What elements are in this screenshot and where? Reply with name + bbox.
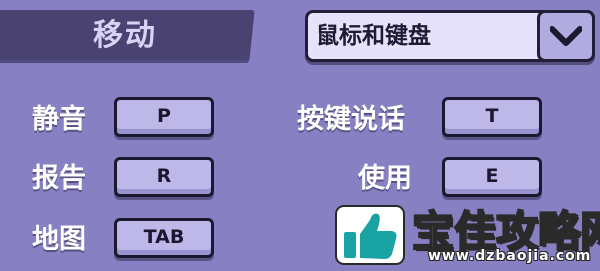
key-button-push-to-talk[interactable]: T (442, 97, 542, 137)
key-button-report[interactable]: R (114, 157, 214, 197)
binding-label-use: 使用 (358, 163, 412, 194)
chevron-down-icon (550, 26, 582, 46)
binding-label-push-to-talk: 按键说话 (297, 104, 405, 135)
dropdown-selected-value: 鼠标和键盘 (316, 23, 431, 49)
binding-label-map: 地图 (32, 224, 86, 255)
dropdown-toggle-button[interactable] (537, 10, 595, 62)
settings-panel: 移动 鼠标和键盘 静音 P 报告 R 地图 TAB 按键说话 T 使用 E 宝佳… (0, 0, 600, 271)
key-button-use[interactable]: E (442, 157, 542, 197)
watermark-url: www.dzbaojia.com (428, 248, 592, 264)
thumbs-up-icon (335, 205, 405, 265)
input-mode-dropdown[interactable]: 鼠标和键盘 (305, 10, 595, 62)
binding-label-report: 报告 (32, 163, 86, 194)
key-button-map[interactable]: TAB (114, 218, 214, 258)
section-title: 移动 (93, 18, 157, 53)
key-button-mute[interactable]: P (114, 97, 214, 137)
binding-label-mute: 静音 (32, 104, 86, 135)
watermark: 宝佳攻略网 www.dzbaojia.com (330, 196, 600, 271)
